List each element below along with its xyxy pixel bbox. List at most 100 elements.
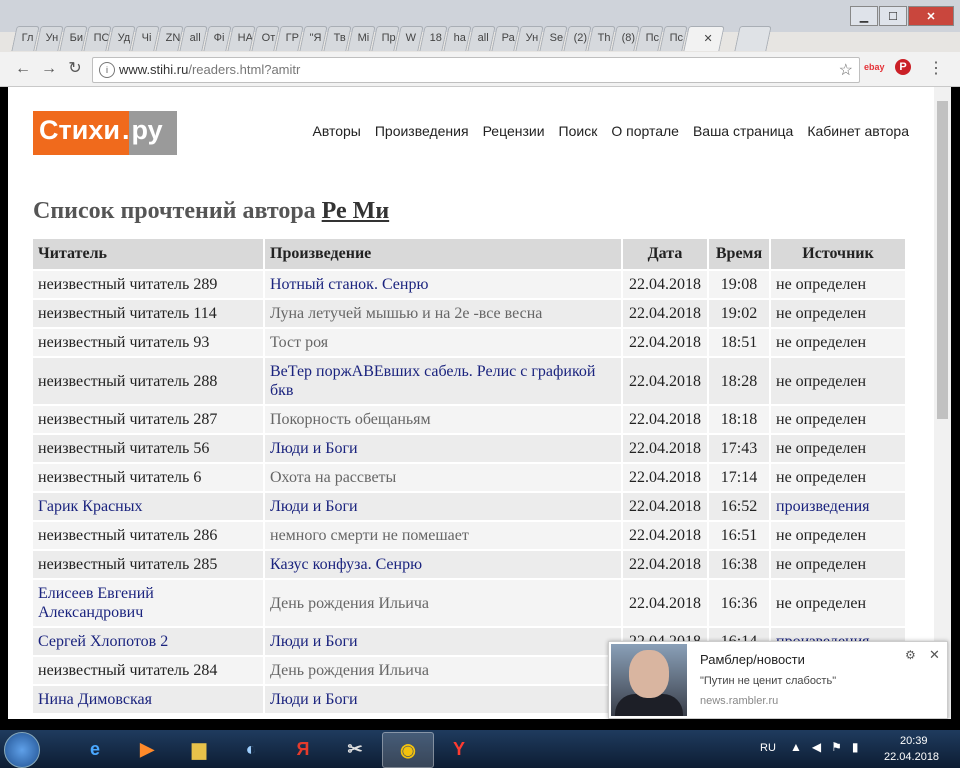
tray-icons[interactable]: ▲◀⚑▮ (790, 740, 868, 754)
browser-frame: Гл Ун Би ПС Уд Чі ZN all Фі НА От ГР "Я Тв Мі Пр W 18 ha al… (0, 0, 960, 55)
page-scrollbar[interactable] (934, 87, 951, 719)
nav-link[interactable]: Ваша страница (693, 123, 793, 139)
table-row: неизвестный читатель 56 Люди и Боги 22.04.… (33, 433, 907, 463)
cell-reader: неизвестный читатель 6 (33, 462, 265, 492)
page-viewport: Стихи . ру Авторы Произведения Рецензии Пои… (8, 87, 934, 719)
yandex-browser-icon[interactable]: Y (434, 732, 484, 766)
nav-link[interactable]: Произведения (375, 123, 469, 139)
header-work[interactable]: Произведение (264, 239, 623, 270)
url-text[interactable]: www.stihi.ru/readers.html?amitr (119, 62, 300, 77)
browser-menu-icon[interactable]: ⋮ (928, 58, 944, 78)
header-date[interactable]: Дата (622, 239, 709, 270)
bookmark-star-icon[interactable]: ☆ (839, 60, 853, 80)
browser-tab[interactable]: ✕ (683, 26, 725, 51)
cell-reader[interactable]: Елисеев Евгений Александрович (33, 578, 265, 627)
cell-source: не определен (770, 520, 907, 550)
minimize-button[interactable]: ▁ (850, 6, 878, 26)
cell-source[interactable]: произведения (770, 491, 907, 521)
cell-work[interactable]: Покорность обещаньям (264, 404, 623, 434)
header-reader[interactable]: Читатель (33, 239, 265, 270)
cell-work[interactable]: ВеТер поржАВЕвших сабель. Релис с график… (264, 356, 623, 405)
maximize-button[interactable]: ☐ (879, 6, 907, 26)
pinterest-extension-icon[interactable]: P (895, 59, 911, 75)
table-row: Елисеев Евгений Александрович День рожден… (33, 578, 907, 627)
cell-work[interactable]: День рождения Ильича (264, 655, 623, 685)
close-tab-icon[interactable]: ✕ (698, 27, 713, 45)
tab-label: От (261, 32, 276, 44)
tab-label: (8) (621, 32, 636, 44)
nav-link[interactable]: Поиск (559, 123, 598, 139)
media-player-icon[interactable]: ▶ (122, 732, 172, 766)
cell-work[interactable]: Охота на рассветы (264, 462, 623, 492)
tab-label: Пс (645, 32, 660, 44)
close-icon[interactable]: ✕ (929, 647, 940, 663)
tab-label: Пр (381, 32, 396, 44)
nav-link[interactable]: Кабинет автора (807, 123, 909, 139)
cell-work[interactable]: Нотный станок. Сенрю (264, 269, 623, 299)
cell-reader: неизвестный читатель 288 (33, 356, 265, 405)
back-icon[interactable]: ← (12, 58, 34, 80)
forward-icon[interactable]: → (38, 58, 60, 80)
cell-work[interactable]: Люди и Боги (264, 626, 623, 656)
cell-work[interactable]: Луна летучей мышью и на 2е -все весна (264, 298, 623, 328)
gear-icon[interactable]: ⚙ (905, 648, 916, 662)
cell-time: 17:14 (708, 462, 771, 492)
scissors-tool-icon[interactable]: ✂ (330, 732, 380, 766)
table-row: неизвестный читатель 285 Казус конфуза. С… (33, 549, 907, 579)
author-link[interactable]: Ре Ми (322, 198, 389, 224)
cell-work[interactable]: немного смерти не помешает (264, 520, 623, 550)
cell-work[interactable]: Тост роя (264, 327, 623, 357)
cell-work[interactable]: Люди и Боги (264, 491, 623, 521)
yandex-app-icon[interactable]: Я (278, 732, 328, 766)
cell-time: 18:18 (708, 404, 771, 434)
info-icon[interactable]: i (99, 62, 115, 78)
cell-time: 16:51 (708, 520, 771, 550)
clock-date[interactable]: 22.04.2018 (884, 751, 939, 763)
start-button[interactable] (4, 732, 40, 768)
cell-work[interactable]: Люди и Боги (264, 684, 623, 713)
tab-label: НА (237, 32, 253, 44)
tab-label: Чі (141, 32, 152, 44)
news-notification[interactable]: Рамблер/новости "Путин не ценит слабость… (608, 641, 948, 719)
scrollbar-thumb[interactable] (937, 101, 948, 419)
cell-work[interactable]: Люди и Боги (264, 433, 623, 463)
cell-work[interactable]: День рождения Ильича (264, 578, 623, 627)
cell-date: 22.04.2018 (622, 269, 709, 299)
cell-time: 18:28 (708, 356, 771, 405)
cell-work[interactable]: Казус конфуза. Сенрю (264, 549, 623, 579)
chrome-icon[interactable]: ◉ (382, 732, 434, 768)
screen-edge (951, 87, 960, 719)
address-bar[interactable]: i www.stihi.ru/readers.html?amitr ☆ (92, 57, 860, 83)
close-window-button[interactable]: ✕ (908, 6, 954, 26)
tab-label: Ун (525, 32, 539, 44)
cell-reader[interactable]: Сергей Хлопотов 2 (33, 626, 265, 656)
logo-main: Стихи (33, 111, 122, 155)
ie-icon[interactable]: e (70, 732, 120, 766)
new-tab-button[interactable] (734, 26, 772, 51)
audio-app-icon[interactable]: ◐ (226, 732, 276, 766)
header-source[interactable]: Источник (770, 239, 907, 270)
table-row: неизвестный читатель 6 Охота на рассветы 2… (33, 462, 907, 492)
language-indicator[interactable]: RU (760, 742, 776, 754)
cell-time: 16:38 (708, 549, 771, 579)
clock-time[interactable]: 20:39 (900, 735, 928, 747)
cell-reader: неизвестный читатель 287 (33, 404, 265, 434)
cell-source: не определен (770, 578, 907, 627)
cell-source: не определен (770, 549, 907, 579)
cell-reader[interactable]: Нина Димовская (33, 684, 265, 713)
cell-source: не определен (770, 327, 907, 357)
reload-icon[interactable]: ↻ (64, 58, 86, 80)
site-logo[interactable]: Стихи . ру (33, 111, 177, 155)
cell-source: не определен (770, 356, 907, 405)
tab-label: all (189, 32, 201, 44)
folder-icon[interactable]: ▆ (174, 732, 224, 766)
cell-reader[interactable]: Гарик Красных (33, 491, 265, 521)
cell-source: не определен (770, 433, 907, 463)
header-time[interactable]: Время (708, 239, 771, 270)
nav-link[interactable]: Авторы (312, 123, 360, 139)
cell-date: 22.04.2018 (622, 578, 709, 627)
nav-link[interactable]: Рецензии (483, 123, 545, 139)
tab-label: Пс (669, 32, 684, 44)
nav-link[interactable]: О портале (611, 123, 679, 139)
ebay-extension-icon[interactable]: ebay (864, 62, 885, 72)
